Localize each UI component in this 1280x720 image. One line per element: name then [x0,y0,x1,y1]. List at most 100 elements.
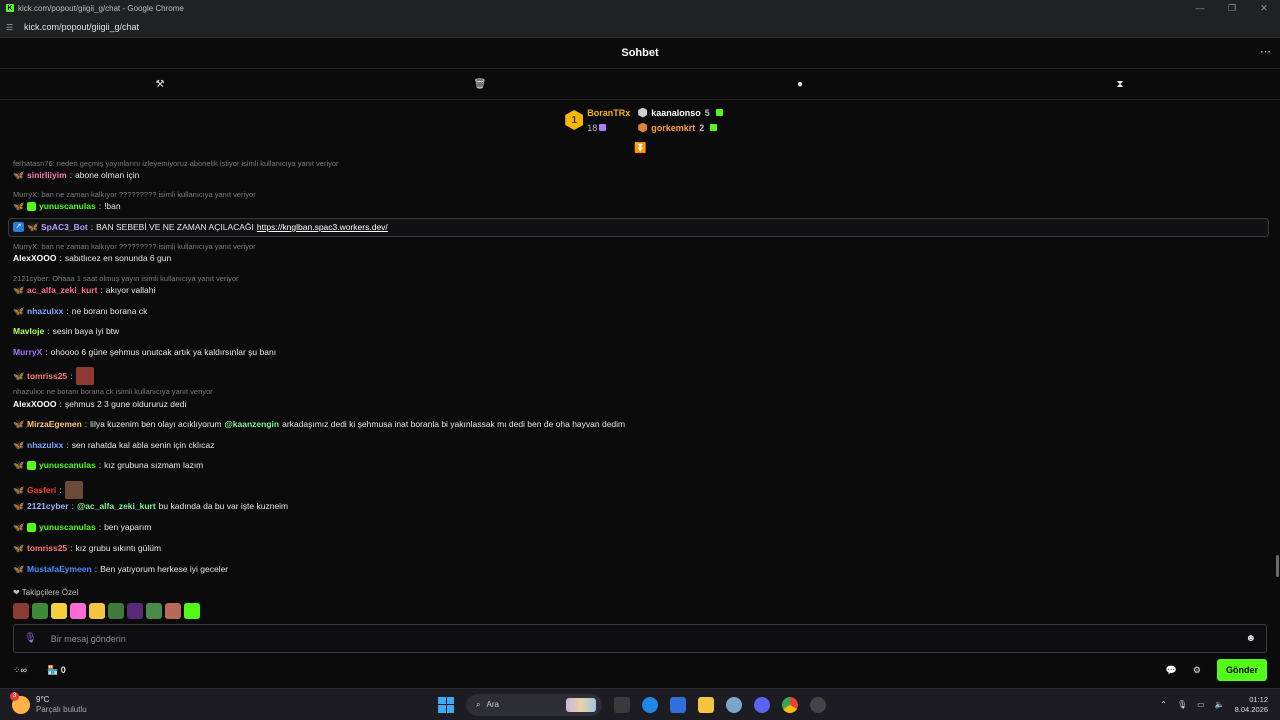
chat-message[interactable]: 🦋 ac_alfa_zeki_kurt: akıyor vallahi [13,285,155,295]
emote-button[interactable] [165,603,181,619]
settings-app-icon[interactable] [726,696,742,713]
chat-message[interactable]: 🦋 yunuscanulas: ben yaparım [13,522,151,532]
chat-message[interactable]: 🦋 sinirliiyim: abone olman için [13,170,139,180]
chat-username[interactable]: AlexXOOO [13,399,56,409]
clock[interactable]: 01:12 8.04.2026 [1235,695,1268,715]
windows-start-icon[interactable] [438,696,454,713]
maximize-icon[interactable]: ❐ [1216,3,1248,14]
chat-username[interactable]: SpAC3_Bot [41,222,88,232]
chat-username[interactable]: yunuscanulas [39,522,96,532]
trash-icon[interactable]: 🗑 [460,79,500,90]
leaderboard-second[interactable]: kaanalonso 5 [638,107,723,118]
network-icon[interactable]: ▭ [1197,700,1205,709]
chat-username[interactable]: 2121cyber [27,501,69,511]
emote-button[interactable] [127,603,143,619]
hourglass-icon[interactable]: ⧗ [1100,79,1140,90]
separator: : [100,285,103,295]
address-bar[interactable]: ☰ kick.com/popout/giigii_g/chat [0,16,1280,38]
chat-message[interactable]: 🦋 2121cyber: @ac_alfa_zeki_kurt bu kadında … [13,501,288,511]
reply-context[interactable]: nhazulxx: ne boranı borana ck isimli kul… [13,387,213,396]
emote-button[interactable] [32,603,48,619]
chat-message[interactable]: Mavloje: sesin baya iyi btw [13,326,119,336]
store-button[interactable]: 🏪 0 [47,665,66,676]
reply-context[interactable]: MurryX: ban ne zaman kalkıyor ????????? … [13,190,256,199]
emote-button[interactable] [146,603,162,619]
chat-username[interactable]: yunuscanulas [39,201,96,211]
scroll-down-icon[interactable]: ⏬ [634,143,646,154]
chat-message[interactable]: 🦋 MustafaEymeen: Ben yatıyorum herkese iyi… [13,564,228,574]
reply-context[interactable]: 2121cyber: Ohaaa 1 saat olmuş yayın isim… [13,274,239,283]
store-icon[interactable] [670,696,686,713]
emote-button[interactable] [108,603,124,619]
chat-emote[interactable] [75,367,94,385]
chat-message[interactable]: 🦋 MirzaEgemen: lilya kuzenim ben olayı acı… [13,419,625,429]
close-icon[interactable]: ✕ [1248,3,1280,14]
url-text[interactable]: kick.com/popout/giigii_g/chat [24,22,139,32]
chat-username[interactable]: tomriss25 [27,371,67,381]
chat-username[interactable]: nhazulxx [27,440,63,450]
chat-message[interactable]: 🦋 yunuscanulas: !ban [13,201,121,211]
emote-button[interactable] [70,603,86,619]
chat-message[interactable]: 🦋 Gasferi: [13,481,83,499]
chat-message[interactable]: 🦋 tomriss25: kız grubu sıkıntı gülüm [13,543,161,553]
chat-message[interactable]: 🦋 nhazulxx: ne boranı borana ck [13,306,147,316]
chat-message[interactable]: ↗ 🦋 SpAC3_Bot: BAN SEBEBİ VE NE ZAMAN AÇILA… [13,222,388,232]
chat-message[interactable]: AlexXOOO: sabıtlıcez en sonunda 6 gun [13,253,171,263]
chat-emote[interactable] [64,481,83,499]
microphone-tray-icon[interactable]: 🎙 [1177,700,1187,709]
chat-username[interactable]: MustafaEymeen [27,564,92,574]
scrollbar-thumb[interactable] [1276,555,1279,577]
chat-username[interactable]: MurryX [13,347,42,357]
emote-button[interactable] [13,603,29,619]
file-explorer-icon[interactable] [698,696,714,713]
chat-mention[interactable]: @kaanzengin [225,419,280,429]
chat-message[interactable]: 🦋 yunuscanulas: kız grubuna sızmam lazım [13,460,203,470]
microphone-icon[interactable]: 🎙 [24,633,37,644]
hammer-icon[interactable]: ⚒ [140,79,180,90]
emote-button[interactable] [184,603,200,619]
site-info-icon[interactable]: ☰ [6,23,16,32]
weather-widget[interactable]: 3 9°C Parçalı bulutlu [0,691,200,715]
chat-text: şehmus 2 3 gune oldururuz dedı [64,399,187,409]
app-icon[interactable] [810,696,826,713]
chat-username[interactable]: sinirliiyim [27,170,67,180]
chat-username[interactable]: Gasferi [27,485,56,495]
chat-message[interactable]: MurryX: ohoooo 6 güne şehmus unutcak artı… [13,347,276,357]
leaderboard-third[interactable]: gorkemkrt 2 [638,122,723,133]
chat-mention[interactable]: @ac_alfa_zeki_kurt [77,501,156,511]
chat-username[interactable]: tomriss25 [27,543,67,553]
infinity-points-icon[interactable]: ⁘∞ [13,665,27,676]
reply-context[interactable]: ferhatasn76: neden geçmiş yayınlarını iz… [13,159,339,168]
chat-username[interactable]: nhazulxx [27,306,63,316]
gear-icon[interactable]: ⚙ [1193,665,1201,676]
taskbar-search[interactable]: ⌕ Ara [466,693,602,716]
edge-icon[interactable] [642,696,658,713]
chat-message[interactable]: 🦋 tomriss25: [13,367,94,385]
chat-message[interactable]: AlexXOOO: şehmus 2 3 gune oldururuz dedı [13,399,187,409]
chat-username[interactable]: AlexXOOO [13,253,56,263]
chat-link[interactable]: https://knglban.spac3.workers.dev/ [257,222,388,232]
task-view-icon[interactable] [614,696,630,713]
minimize-icon[interactable]: — [1184,3,1216,13]
chat-message[interactable]: 🦋 nhazulxx: sen rahatda kal abla senin içi… [13,440,214,450]
chat-username[interactable]: Mavloje [13,326,44,336]
windows-taskbar: 3 9°C Parçalı bulutlu ⌕ Ara ⌃ 🎙 ▭ 🔈 01:12 8… [0,688,1280,720]
emote-button[interactable] [89,603,105,619]
chat-settings-icon[interactable]: 💬 [1166,665,1177,676]
chrome-icon[interactable] [782,696,798,713]
chat-input[interactable]: 🎙 Bir mesaj gönderin ☻ [13,624,1267,653]
send-button[interactable]: Gönder [1216,659,1267,681]
leaderboard-first[interactable]: 1 BoranTRx 18 [565,108,630,133]
chat-username[interactable]: MirzaEgemen [27,419,82,429]
separator: : [70,371,73,381]
chat-username[interactable]: yunuscanulas [39,460,96,470]
emote-button[interactable] [51,603,67,619]
more-options-icon[interactable]: ⋯ [1260,45,1271,58]
discord-icon[interactable] [754,696,770,713]
reply-context[interactable]: MurryX: ban ne zaman kalkıyor ????????? … [13,242,256,251]
chevron-up-icon[interactable]: ⌃ [1160,700,1167,709]
volume-icon[interactable]: 🔈 [1215,700,1225,709]
chat-username[interactable]: ac_alfa_zeki_kurt [27,285,97,295]
emoji-icon[interactable]: ☻ [1245,633,1256,644]
chat-bubble-icon[interactable]: ● [780,79,820,90]
